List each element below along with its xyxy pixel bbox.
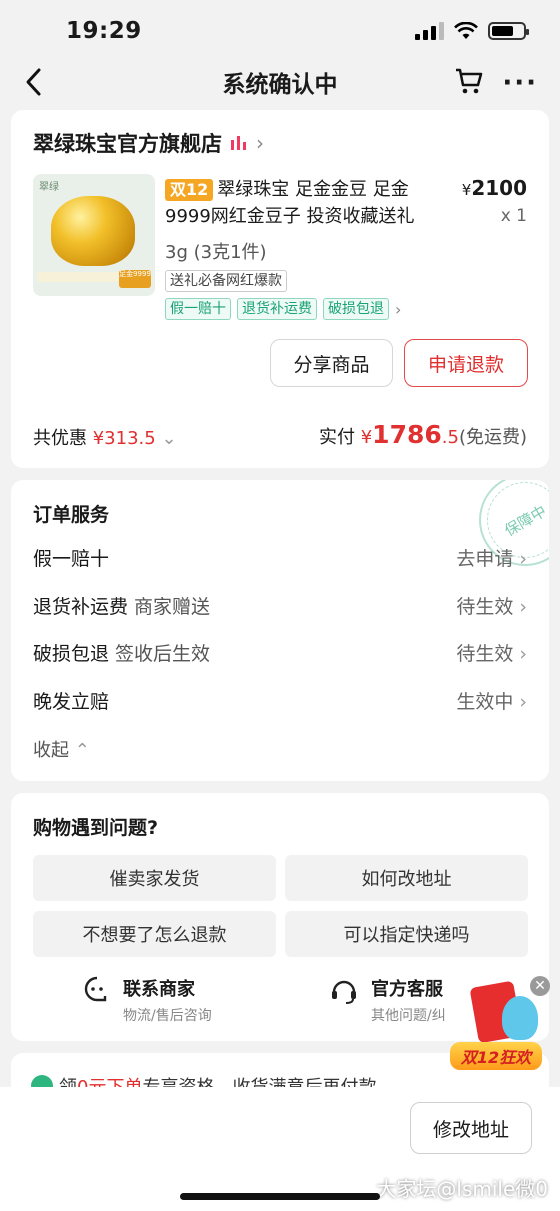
chevron-right-icon: ›	[395, 299, 402, 319]
discount-value: ¥313.5	[92, 428, 156, 449]
product-spec: 3g (3克1件)	[165, 242, 267, 263]
discount-summary[interactable]: 共优惠 ¥313.5 ⌄	[33, 424, 177, 450]
contact-merchant-title: 联系商家	[123, 979, 195, 1000]
close-icon[interactable]: ✕	[530, 976, 550, 996]
chevron-right-icon: ›	[256, 131, 264, 155]
wifi-icon	[454, 22, 478, 39]
chevron-down-icon: ⌄	[161, 428, 177, 449]
order-product-card: 翠绿珠宝官方旗舰店 › 翠绿 足金9999 双12 翠绿珠宝 足金金豆 足金999…	[11, 110, 549, 468]
service-tag: 破损包退	[323, 298, 389, 320]
product-image[interactable]: 翠绿 足金9999	[33, 174, 155, 296]
collapse-label: 收起	[33, 740, 69, 761]
more-icon[interactable]: ···	[502, 68, 538, 98]
page-title: 系统确认中	[222, 72, 338, 98]
service-row-status: 生效中	[456, 690, 514, 713]
service-row-status: 待生效	[456, 595, 514, 618]
service-row-label: 退货补运费	[33, 595, 129, 618]
chevron-right-icon: ›	[519, 642, 527, 665]
double12-banner: 双12狂欢	[450, 1042, 542, 1070]
collapse-toggle[interactable]: 收起 ⌃	[33, 736, 90, 762]
mascot-icon	[502, 996, 538, 1040]
paid-integer: 1786	[372, 420, 442, 449]
home-indicator	[180, 1193, 380, 1200]
shop-name-link[interactable]: 翠绿珠宝官方旗舰店 ›	[33, 128, 264, 158]
gift-tag: 送礼必备网红爆款	[165, 270, 287, 292]
service-row[interactable]: 晚发立赔 生效中 ›	[33, 685, 527, 715]
product-quantity: x 1	[500, 206, 527, 226]
chevron-up-icon: ⌃	[74, 740, 90, 761]
help-title: 购物遇到问题?	[33, 817, 159, 839]
chevron-right-icon: ›	[519, 595, 527, 618]
service-row-label: 晚发立赔	[33, 690, 110, 713]
watermark: 大家坛@lsmile微0	[376, 1177, 548, 1201]
double12-badge: 双12	[165, 179, 214, 201]
live-icon	[231, 136, 246, 150]
service-row-label: 破损包退	[33, 642, 110, 665]
gold-bean-image	[51, 196, 135, 266]
contact-merchant-sub: 物流/售后咨询	[123, 1008, 212, 1024]
shop-name: 翠绿珠宝官方旗舰店	[33, 132, 222, 156]
service-tag: 假一赔十	[165, 298, 231, 320]
battery-icon	[488, 22, 529, 40]
service-row-sub: 商家赠送	[134, 595, 211, 618]
headset-icon	[332, 980, 356, 1004]
discount-label: 共优惠	[33, 428, 87, 449]
cellular-signal-icon	[415, 22, 444, 40]
status-time: 19:29	[66, 18, 142, 44]
request-refund-button[interactable]: 申请退款	[404, 339, 528, 387]
faq-button[interactable]: 可以指定快递吗	[285, 911, 528, 957]
paid-decimal: .5	[441, 427, 459, 448]
nav-bar: 系统确认中 ···	[0, 62, 560, 102]
modify-address-button[interactable]: 修改地址	[410, 1102, 532, 1154]
service-row[interactable]: 退货补运费 商家赠送 待生效 ›	[33, 590, 527, 620]
faq-button[interactable]: 不想要了怎么退款	[33, 911, 276, 957]
price-value: 2100	[471, 176, 527, 200]
service-title: 订单服务	[33, 504, 110, 526]
cart-icon[interactable]	[454, 66, 484, 100]
service-row[interactable]: 破损包退 签收后生效 待生效 ›	[33, 637, 527, 667]
chevron-right-icon: ›	[519, 547, 527, 570]
status-icons	[415, 22, 529, 40]
product-price: ¥2100	[462, 176, 527, 200]
thumb-strip	[37, 272, 123, 282]
service-tags[interactable]: 假一赔十 退货补运费 破损包退 ›	[165, 298, 401, 320]
share-product-button[interactable]: 分享商品	[270, 339, 393, 387]
service-tag: 退货补运费	[237, 298, 317, 320]
paid-label: 实付	[318, 427, 355, 448]
double12-floating-badge[interactable]: 双12狂欢 ✕	[446, 976, 550, 1078]
service-row-sub: 签收后生效	[115, 642, 211, 665]
back-icon[interactable]	[24, 64, 54, 100]
order-service-card: 保障中 订单服务 假一赔十 去申请 › 退货补运费 商家赠送 待生效 › 破损包退 签收…	[11, 480, 549, 781]
faq-button[interactable]: 催卖家发货	[33, 855, 276, 901]
status-bar: 19:29	[0, 0, 560, 62]
faq-button[interactable]: 如何改地址	[285, 855, 528, 901]
thumb-logo: 翠绿	[39, 182, 59, 193]
contact-merchant-button[interactable]: 联系商家 物流/售后咨询	[83, 975, 212, 1025]
service-row-status: 去申请	[456, 547, 514, 570]
official-support-button[interactable]: 官方客服 其他问题/纠	[329, 975, 446, 1025]
chat-face-icon	[84, 976, 107, 1002]
thumb-tag: 足金9999	[119, 270, 151, 288]
price-symbol: ¥	[461, 181, 472, 199]
product-title[interactable]: 双12 翠绿珠宝 足金金豆 足金9999网红金豆子 投资收藏送礼	[165, 176, 445, 230]
paid-symbol: ¥	[360, 427, 373, 448]
chevron-right-icon: ›	[519, 690, 527, 713]
official-support-sub: 其他问题/纠	[371, 1008, 446, 1024]
stamp-text: 保障中	[501, 501, 549, 540]
bottom-action-bar: 修改地址 大家坛@lsmile微0	[0, 1087, 560, 1211]
paid-amount: 实付 ¥1786.5(免运费)	[319, 420, 527, 449]
service-row-label: 假一赔十	[33, 547, 110, 570]
shipping-note: (免运费)	[458, 427, 527, 448]
service-row[interactable]: 假一赔十 去申请 ›	[33, 542, 527, 572]
service-row-status: 待生效	[456, 642, 514, 665]
official-support-title: 官方客服	[371, 979, 443, 1000]
